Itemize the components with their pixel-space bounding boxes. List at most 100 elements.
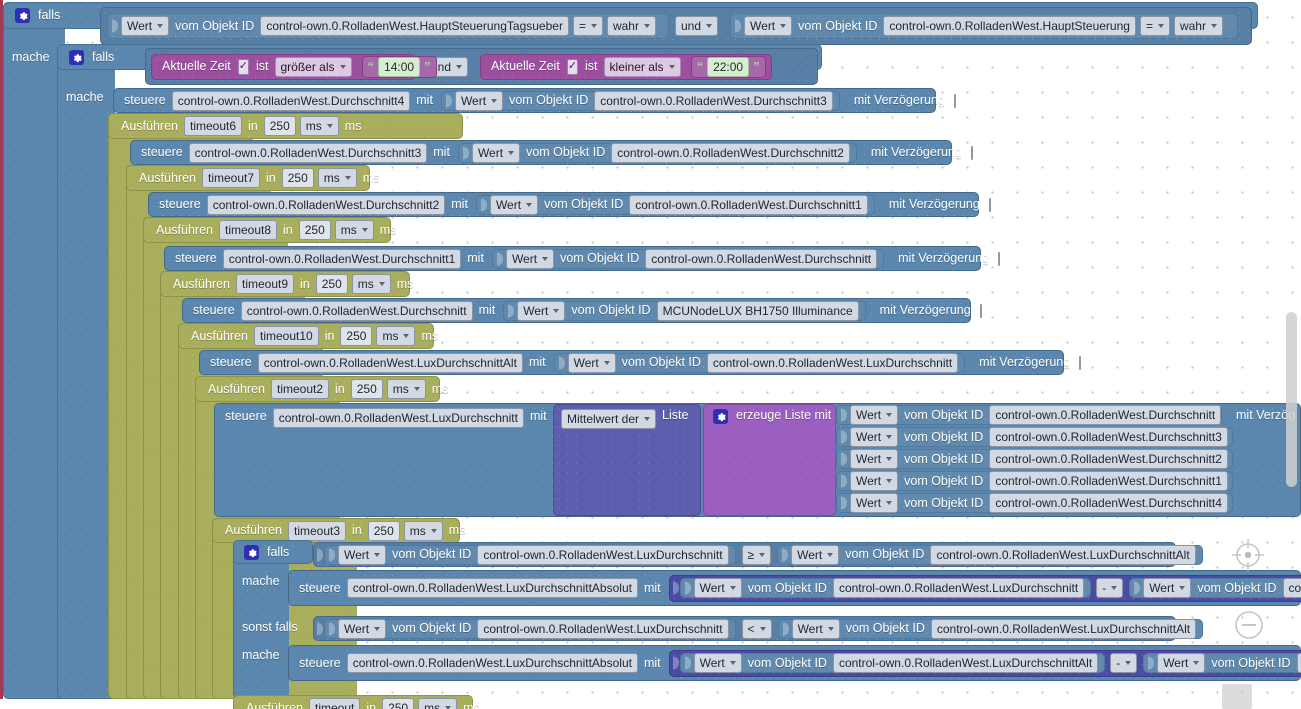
timeout-delay-5[interactable]: 250: [340, 326, 373, 346]
arith-a-mode-1[interactable]: Wert: [693, 578, 742, 598]
compare-right-objectid-2[interactable]: control-own.0.RolladenWest.LuxDurchschni…: [930, 618, 1197, 639]
arith-operand-b-1[interactable]: Wert vom Objekt ID control-: [1129, 578, 1301, 598]
list-item-mode-1[interactable]: Wert: [850, 405, 899, 425]
set-target-7[interactable]: control-own.0.RolladenWest.LuxDurchschni…: [346, 578, 638, 598]
list-item-4[interactable]: Wert vom Objekt ID control-own.0.Rollade…: [836, 471, 1233, 491]
arith-a-objectid-2[interactable]: control-own.0.RolladenWest.LuxDurchschni…: [832, 653, 1099, 673]
arithmetic-minus-2[interactable]: Wert vom Objekt ID control-own.0.Rollade…: [668, 649, 1301, 677]
get-value-4[interactable]: Wert vom Objekt ID control-own.0.Rollade…: [491, 248, 885, 269]
arith-a-mode-2[interactable]: Wert: [693, 653, 742, 673]
timeout-name-7[interactable]: timeout3: [287, 520, 347, 541]
arith-b-mode-1[interactable]: Wert: [1143, 578, 1192, 598]
delay-checkbox-5[interactable]: [979, 303, 982, 318]
compare-right-objectid-1[interactable]: control-own.0.RolladenWest.LuxDurchschni…: [930, 544, 1196, 565]
compare-right-1[interactable]: Wert vom Objekt ID control-own.0.Rollade…: [777, 544, 1203, 565]
time-compare-1[interactable]: Aktuelle Zeit ✓ ist größer als “ 14:00 ”: [151, 53, 437, 80]
delay-checkbox-1[interactable]: [953, 93, 956, 108]
source-object-id-1[interactable]: control-own.0.RolladenWest.Durchschnitt3: [594, 90, 833, 111]
zoom-out-icon[interactable]: [1232, 608, 1266, 642]
mutator-gear-icon-list[interactable]: [713, 409, 728, 424]
source-object-id-4[interactable]: control-own.0.RolladenWest.Durchschnitt: [645, 248, 878, 269]
list-item-mode-2[interactable]: Wert: [850, 427, 899, 447]
compare-elseif-body[interactable]: steuere control-own.0.RolladenWest.LuxDu…: [288, 645, 1301, 681]
set-statement-4[interactable]: steuere control-own.0.RolladenWest.Durch…: [164, 246, 1001, 271]
compare-left-2[interactable]: Wert vom Objekt ID control-own.0.Rollade…: [324, 618, 736, 639]
timeout-name-8[interactable]: timeout: [308, 698, 361, 709]
arith-b-objectid-2[interactable]: contr: [1296, 653, 1301, 673]
mutator-gear-icon-compare[interactable]: [244, 544, 259, 560]
arith-b-mode-2[interactable]: Wert: [1157, 653, 1206, 673]
set-statement-3[interactable]: steuere control-own.0.RolladenWest.Durch…: [148, 192, 991, 217]
compare-left-mode-2[interactable]: Wert: [338, 618, 387, 639]
time-checkbox-2[interactable]: ✓: [566, 58, 579, 75]
mutator-gear-icon[interactable]: [15, 8, 30, 23]
list-item-mode-4[interactable]: Wert: [850, 471, 899, 491]
timeout-delay-8[interactable]: 250: [382, 698, 415, 709]
time-value-wrapper-2[interactable]: “ 22:00 ”: [690, 55, 766, 78]
timeout-name-6[interactable]: timeout2: [270, 379, 330, 399]
set-target-4[interactable]: control-own.0.RolladenWest.Durchschnitt1: [222, 248, 462, 269]
object-id-field-1[interactable]: control-own.0.RolladenWest.HauptSteuerun…: [260, 16, 569, 36]
set-target-8[interactable]: control-own.0.RolladenWest.LuxDurchschni…: [346, 653, 638, 673]
trash-icon[interactable]: [1222, 684, 1252, 709]
time-value-1[interactable]: 14:00: [378, 56, 421, 77]
outer-if-condition-and[interactable]: Wert vom Objekt ID control-own.0.Rollade…: [100, 7, 1252, 45]
value-mode-2[interactable]: Wert: [471, 142, 521, 163]
compare-block-1[interactable]: Wert vom Objekt ID control-own.0.Rollade…: [107, 13, 669, 39]
time-operator-2[interactable]: kleiner als: [603, 56, 681, 77]
set-target-3[interactable]: control-own.0.RolladenWest.Durchschnitt2: [206, 194, 446, 215]
list-item-objectid-5[interactable]: control-own.0.RolladenWest.Durchschnitt4: [989, 493, 1228, 513]
timeout-header-4[interactable]: Ausführen timeout9 in 250 ms ms: [160, 271, 413, 297]
value-mode-1[interactable]: Wert: [454, 90, 504, 111]
timeout-header-1[interactable]: Ausführen timeout6 in 250 ms ms: [108, 113, 463, 139]
compare-if-body[interactable]: steuere control-own.0.RolladenWest.LuxDu…: [288, 570, 1301, 606]
compare-left-1[interactable]: Wert vom Objekt ID control-own.0.Rollade…: [324, 544, 736, 565]
create-list-block[interactable]: erzeuge Liste mit: [703, 404, 836, 516]
time-operator-1[interactable]: größer als: [274, 56, 352, 77]
compare-if-condition[interactable]: Wert vom Objekt ID control-own.0.Rollade…: [313, 542, 1203, 567]
compare-right-2[interactable]: Wert vom Objekt ID control-own.0.Rollade…: [777, 618, 1204, 639]
list-item-2[interactable]: Wert vom Objekt ID control-own.0.Rollade…: [836, 427, 1233, 447]
arith-a-objectid-1[interactable]: control-own.0.RolladenWest.LuxDurchschni…: [832, 578, 1085, 598]
set-statement-6[interactable]: steuere control-own.0.RolladenWest.LuxDu…: [199, 350, 1082, 375]
set-target-avg[interactable]: control-own.0.RolladenWest.LuxDurchschni…: [272, 408, 524, 428]
compare-left-objectid-2[interactable]: control-own.0.RolladenWest.LuxDurchschni…: [477, 618, 729, 639]
timeout-delay-6[interactable]: 250: [350, 379, 383, 399]
list-item-mode-5[interactable]: Wert: [850, 493, 899, 513]
timeout-delay-1[interactable]: 250: [263, 116, 296, 136]
get-value-6[interactable]: Wert vom Objekt ID control-own.0.Rollade…: [553, 352, 966, 373]
timeout-name-2[interactable]: timeout7: [201, 168, 261, 188]
delay-checkbox-3[interactable]: [988, 197, 991, 212]
set-statement-5[interactable]: steuere control-own.0.RolladenWest.Durch…: [182, 298, 982, 323]
set-target-6[interactable]: control-own.0.RolladenWest.LuxDurchschni…: [257, 352, 523, 373]
compare-if-header[interactable]: falls: [233, 540, 313, 564]
compare-block-2[interactable]: Wert vom Objekt ID control-own.0.Rollade…: [730, 13, 1239, 39]
timeout-name-1[interactable]: timeout6: [183, 116, 243, 136]
compare-operator-ge[interactable]: ≥: [741, 544, 772, 565]
math-operation-dropdown[interactable]: Mittelwert der: [561, 409, 657, 429]
delay-checkbox-2[interactable]: [970, 145, 973, 160]
block-outer-if[interactable]: [3, 2, 65, 699]
set-statement-1[interactable]: steuere control-own.0.RolladenWest.Durch…: [113, 88, 956, 113]
list-item-objectid-4[interactable]: control-own.0.RolladenWest.Durchschnitt1: [989, 471, 1228, 491]
timeout-unit-5[interactable]: ms: [376, 326, 416, 346]
arith-b-objectid-1[interactable]: control-: [1282, 578, 1301, 598]
timeout-delay-3[interactable]: 250: [298, 220, 331, 240]
value-mode-4[interactable]: Wert: [505, 248, 555, 269]
get-value-5[interactable]: Wert vom Objekt ID MCUNodeLUX BH1750 Ill…: [503, 300, 866, 321]
compare-op-2[interactable]: =: [1139, 16, 1170, 36]
compare-left-mode-1[interactable]: Wert: [338, 544, 387, 565]
get-value-3[interactable]: Wert vom Objekt ID control-own.0.Rollade…: [475, 194, 875, 215]
math-average-block[interactable]: Mittelwert der Liste: [553, 404, 701, 516]
timeout-unit-1[interactable]: ms: [299, 116, 339, 136]
list-item-objectid-2[interactable]: control-own.0.RolladenWest.Durchschnitt3: [989, 427, 1228, 447]
delay-checkbox-6[interactable]: [1079, 355, 1082, 370]
get-value-1[interactable]: Wert vom Objekt ID control-own.0.Rollade…: [440, 90, 840, 111]
arith-operand-a-1[interactable]: Wert vom Objekt ID control-own.0.Rollade…: [679, 578, 1092, 598]
bool-value-2[interactable]: wahr: [1173, 16, 1223, 36]
time-value-2[interactable]: 22:00: [707, 56, 750, 77]
center-target-icon[interactable]: [1228, 535, 1268, 575]
arith-operand-a-2[interactable]: Wert vom Objekt ID control-own.0.Rollade…: [679, 653, 1106, 673]
timeout-header-6[interactable]: Ausführen timeout2 in 250 ms ms: [195, 376, 448, 402]
compare-operator-lt[interactable]: <: [741, 618, 772, 639]
